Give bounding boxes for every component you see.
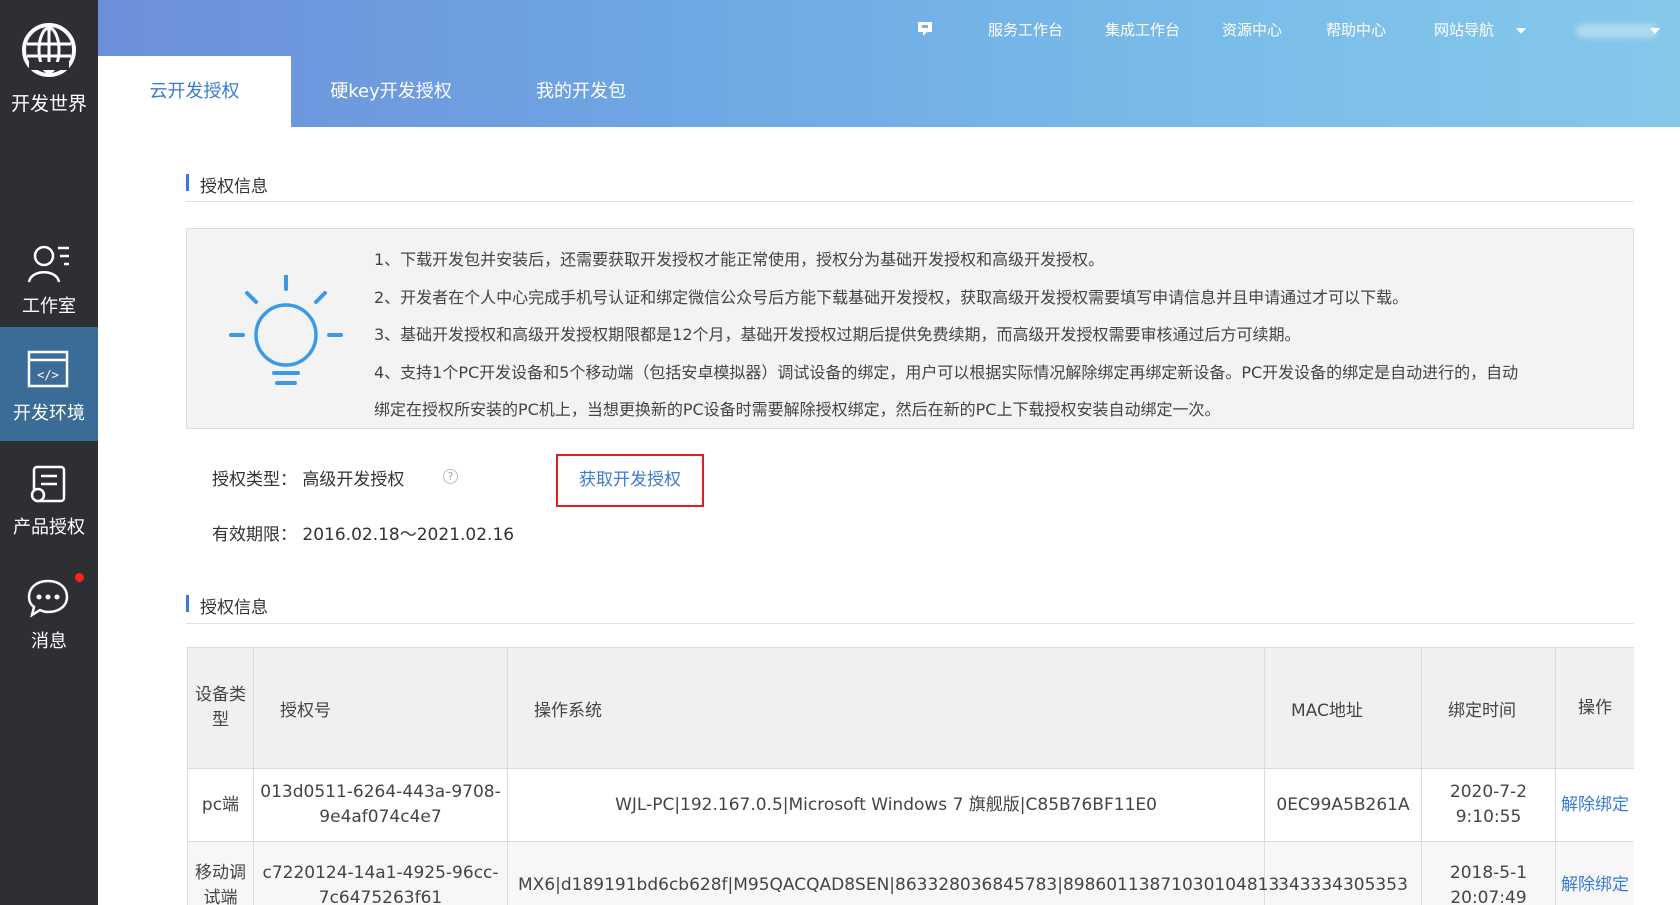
cell-bind-time: 2020-7-2 9:10:55 [1421, 768, 1556, 842]
topnav-service-workbench[interactable]: 服务工作台 [988, 19, 1063, 40]
sidebar-item-label: 产品授权 [13, 517, 85, 538]
cell-bind-time: 2018-5-1 20:07:49 [1421, 841, 1556, 905]
col-operation: 操作 [1555, 647, 1634, 769]
info-notice-box: 1、下载开发包并安装后，还需要获取开发授权才能正常使用，授权分为基础开发授权和高… [186, 228, 1634, 429]
sidebar-item-messages[interactable]: 消息 [0, 555, 98, 669]
chat-bubble-icon [27, 579, 69, 618]
cell-device: 移动调试端 [187, 841, 254, 905]
unbind-link[interactable]: 解除绑定 [1555, 841, 1634, 905]
cell-auth-no: 013d0511-6264-443a-9708-9e4af074c4e7 [253, 768, 508, 842]
chevron-down-icon[interactable] [1650, 28, 1660, 34]
user-menu[interactable] [1576, 24, 1658, 38]
info-line: 2、开发者在个人中心完成手机号认证和绑定微信公众号后方能下载基础开发授权，获取高… [374, 287, 1409, 307]
auth-type-value: 高级开发授权 [302, 470, 405, 490]
sidebar-item-label: 工作室 [22, 296, 76, 317]
col-device-type: 设备类型 [187, 647, 254, 769]
lightbulb-icon [229, 275, 343, 385]
svg-text:</>: </> [37, 368, 59, 382]
sidebar-item-label: 消息 [31, 631, 67, 652]
validity-row: 有效期限： 2016.02.18～2021.02.16 [212, 520, 514, 545]
code-window-icon: </> [27, 350, 69, 388]
left-sidebar: 开发世界 工作室 </> 开发环境 产品授权 消息 [0, 0, 98, 905]
topnav-integration-workbench[interactable]: 集成工作台 [1105, 19, 1180, 40]
divider [186, 201, 1634, 202]
cell-mac: 0EC99A5B261A [1264, 768, 1422, 842]
topnav-site-nav[interactable]: 网站导航 [1434, 19, 1494, 40]
cell-auth-no: c7220124-14a1-4925-96cc-7c6475263f61 [253, 841, 508, 905]
validity-value: 2016.02.18～2021.02.16 [302, 525, 515, 545]
info-line: 4、支持1个PC开发设备和5个移动端（包括安卓模拟器）调试设备的绑定，用户可以根… [374, 362, 1519, 382]
chevron-down-icon[interactable] [1516, 28, 1526, 34]
top-nav: 服务工作台 集成工作台 资源中心 帮助中心 网站导航 [98, 0, 1680, 56]
auth-type-label: 授权类型： [212, 470, 297, 490]
topnav-help-center[interactable]: 帮助中心 [1326, 19, 1386, 40]
cell-os: MX6|d189191bd6cb628f|M95QACQAD8SEN|86332… [507, 841, 1279, 905]
unbind-link[interactable]: 解除绑定 [1555, 768, 1634, 842]
header: 服务工作台 集成工作台 资源中心 帮助中心 网站导航 云开发授权 硬key开发授… [98, 0, 1680, 127]
sidebar-item-dev-env[interactable]: </> 开发环境 [0, 327, 98, 441]
certificate-icon [30, 465, 66, 503]
info-text: 1、下载开发包并安装后，还需要获取开发授权才能正常使用，授权分为基础开发授权和高… [374, 241, 1624, 429]
table-row: 移动调试端 c7220124-14a1-4925-96cc-7c6475263f… [187, 841, 1634, 905]
col-bind-time: 绑定时间 [1421, 647, 1556, 769]
col-auth-no: 授权号 [253, 647, 508, 769]
info-line: 绑定在授权所安装的PC机上，当想更换新的PC设备时需要解除授权绑定，然后在新的P… [374, 400, 1221, 419]
feedback-icon[interactable] [916, 20, 934, 38]
table-row: pc端 013d0511-6264-443a-9708-9e4af074c4e7… [187, 768, 1634, 842]
user-studio-icon [27, 245, 69, 283]
sidebar-item-studio[interactable]: 工作室 [0, 220, 98, 334]
app-window: 开发世界 工作室 </> 开发环境 产品授权 消息 服务工作台 集成工作台 资源… [0, 0, 1680, 905]
logo[interactable]: 开发世界 [0, 0, 98, 130]
unread-badge [75, 573, 84, 582]
section-title-auth-info: 授权信息 [186, 172, 268, 197]
sidebar-item-product-auth[interactable]: 产品授权 [0, 441, 98, 555]
get-dev-auth-link[interactable]: 获取开发授权 [556, 454, 704, 507]
sidebar-item-label: 开发环境 [13, 403, 85, 424]
help-icon[interactable]: ? [443, 469, 458, 484]
cell-os: WJL-PC|192.167.0.5|Microsoft Windows 7 旗… [507, 768, 1265, 842]
validity-label: 有效期限： [212, 525, 297, 545]
info-line: 3、基础开发授权和高级开发授权期限都是12个月，基础开发授权过期后提供免费续期，… [374, 325, 1301, 344]
col-mac: MAC地址 [1264, 647, 1422, 769]
tab-hardkey-auth[interactable]: 硬key开发授权 [291, 56, 491, 127]
table-header-row: 设备类型 授权号 操作系统 MAC地址 绑定时间 操作 [187, 647, 1634, 769]
info-line: 1、下载开发包并安装后，还需要获取开发授权才能正常使用，授权分为基础开发授权和高… [374, 250, 1105, 269]
divider [186, 623, 1634, 624]
col-os: 操作系统 [507, 647, 1265, 769]
auth-type-row: 授权类型： 高级开发授权 [212, 465, 404, 490]
cell-device: pc端 [187, 768, 254, 842]
section-title-auth-info-2: 授权信息 [186, 593, 268, 618]
tab-my-dev-package[interactable]: 我的开发包 [491, 56, 671, 127]
cell-mac: 343334305353 [1264, 841, 1422, 905]
logo-text: 开发世界 [10, 93, 87, 115]
tab-cloud-auth[interactable]: 云开发授权 [98, 56, 291, 127]
topnav-resource-center[interactable]: 资源中心 [1222, 19, 1282, 40]
device-table: 设备类型 授权号 操作系统 MAC地址 绑定时间 操作 pc端 013d0511… [187, 647, 1634, 905]
globe-logo-icon [22, 23, 76, 77]
